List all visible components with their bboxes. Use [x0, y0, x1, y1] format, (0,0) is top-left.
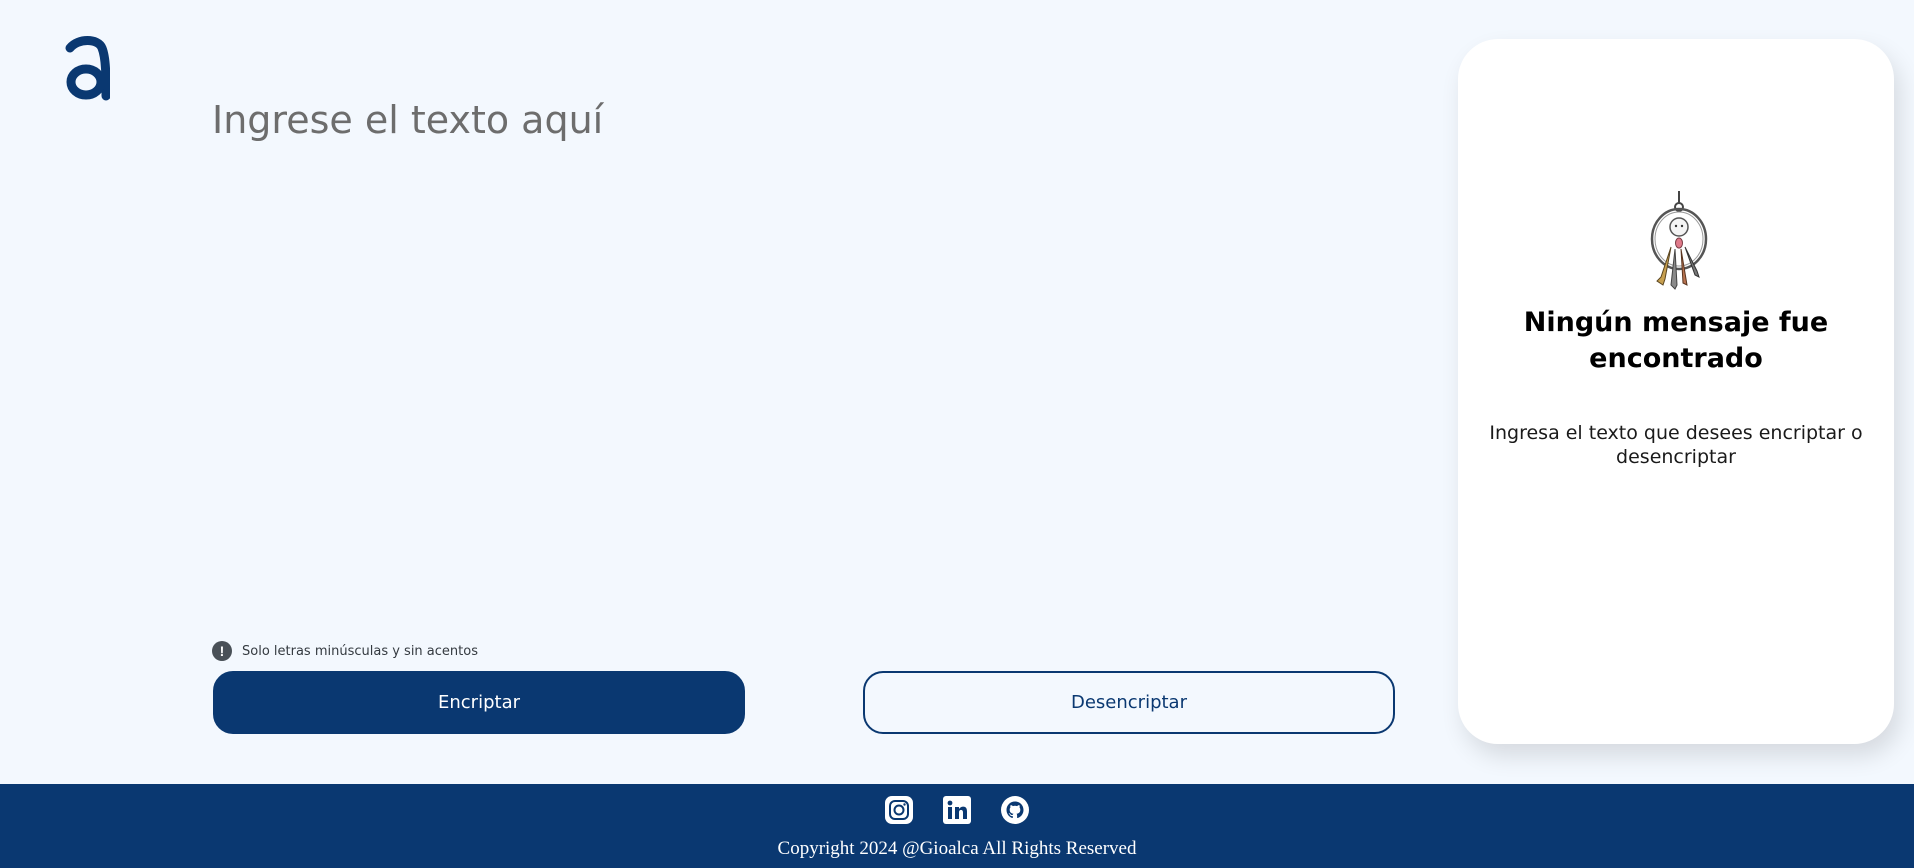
empty-message-text: Ingresa el texto que desees encriptar o … [1489, 422, 1863, 468]
input-hint: ! Solo letras minúsculas y sin acentos [212, 641, 478, 661]
text-input[interactable] [212, 96, 1392, 616]
alura-logo [64, 36, 111, 102]
keys-illustration [1641, 189, 1711, 299]
instagram-icon[interactable] [885, 796, 913, 824]
copyright-text: Copyright 2024 @Gioalca All Rights Reser… [777, 838, 1137, 859]
exclamation-circle-icon: ! [212, 641, 232, 661]
linkedin-icon[interactable] [943, 796, 971, 824]
encrypt-button[interactable]: Encriptar [213, 671, 745, 734]
social-links [885, 796, 1029, 826]
hint-text: Solo letras minúsculas y sin acentos [242, 643, 478, 659]
output-panel: Ningún mensaje fue encontrado Ingresa el… [1458, 39, 1894, 744]
empty-message-title: Ningún mensaje fue encontrado [1523, 307, 1829, 374]
decrypt-button[interactable]: Desencriptar [863, 671, 1395, 734]
footer: Copyright 2024 @Gioalca All Rights Reser… [0, 784, 1914, 868]
github-icon[interactable] [1001, 796, 1029, 824]
